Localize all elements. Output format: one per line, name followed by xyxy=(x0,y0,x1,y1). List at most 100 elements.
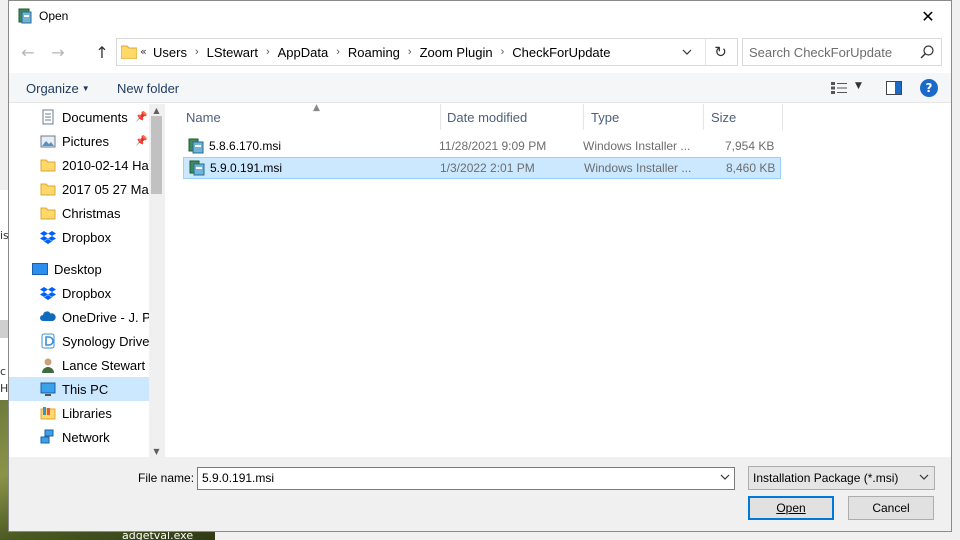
chevron-down-icon xyxy=(919,472,929,483)
chevron-right-icon[interactable]: › xyxy=(336,46,340,58)
refresh-icon: ↻ xyxy=(714,43,727,61)
preview-pane-icon[interactable] xyxy=(886,81,902,95)
breadcrumb-roaming[interactable]: Roaming xyxy=(348,45,400,60)
pin-icon: 📌 xyxy=(135,136,148,147)
cancel-button[interactable]: Cancel xyxy=(848,496,934,520)
open-button[interactable]: Open xyxy=(748,496,834,520)
cancel-button-label: Cancel xyxy=(872,501,910,515)
file-date: 11/28/2021 9:09 PM xyxy=(439,139,547,153)
desktop-icon xyxy=(32,263,48,275)
breadcrumb-lstewart[interactable]: LStewart xyxy=(207,45,258,60)
chevron-right-icon[interactable]: › xyxy=(195,46,199,58)
this-pc-icon xyxy=(40,382,56,396)
sidebar-item-network[interactable]: Network xyxy=(9,425,149,449)
column-header-label: Type xyxy=(591,109,620,125)
new-folder-button[interactable]: New folder xyxy=(117,81,179,96)
network-icon xyxy=(40,429,54,444)
sidebar-item-label: 2017 05 27 Manc xyxy=(62,181,149,197)
chevron-right-icon[interactable]: › xyxy=(408,46,412,58)
breadcrumb-users[interactable]: Users xyxy=(153,45,187,60)
close-button[interactable]: ✕ xyxy=(905,1,951,32)
arrow-left-icon: ← xyxy=(21,42,35,62)
sidebar-item-label: Pictures xyxy=(62,133,109,149)
sidebar-item-user[interactable]: Lance Stewart xyxy=(9,353,149,377)
sidebar-item-desktop[interactable]: Desktop xyxy=(9,257,149,281)
scroll-down-icon[interactable]: ▼ xyxy=(149,445,164,457)
up-button[interactable]: ↑ xyxy=(91,41,113,63)
back-button[interactable]: ← xyxy=(17,41,39,63)
open-file-dialog: Open ✕ ← → ↑ « Users › LStewart › AppDat… xyxy=(8,0,952,532)
sidebar-item-label: Dropbox xyxy=(62,229,112,245)
sidebar-item-label: Documents xyxy=(62,109,128,125)
sidebar-item-documents[interactable]: Documents xyxy=(9,105,149,129)
background-text: c xyxy=(0,365,7,378)
file-type: Windows Installer ... xyxy=(583,139,691,153)
caret-down-icon: ▼ xyxy=(81,84,90,93)
column-header-type[interactable]: Type xyxy=(583,104,704,130)
file-type-filter[interactable]: Installation Package (*.msi) xyxy=(748,466,935,490)
msi-file-icon xyxy=(188,138,204,154)
view-options-icon[interactable] xyxy=(831,82,847,94)
folder-icon xyxy=(40,159,56,172)
sidebar-item-synology[interactable]: Synology Drive - xyxy=(9,329,149,353)
sidebar-item-christmas[interactable]: Christmas xyxy=(9,201,149,225)
forward-button[interactable]: → xyxy=(47,41,69,63)
breadcrumb: Users › LStewart › AppData › Roaming › Z… xyxy=(153,39,611,65)
file-name: 5.9.0.191.msi xyxy=(210,161,283,175)
sidebar-item-pictures[interactable]: Pictures xyxy=(9,129,149,153)
open-button-label: Open xyxy=(776,501,806,515)
column-header-size[interactable]: Size xyxy=(703,104,783,130)
breadcrumb-checkforupdate[interactable]: CheckForUpdate xyxy=(512,45,610,60)
column-header-label: Size xyxy=(711,109,737,125)
user-icon xyxy=(42,358,54,373)
chevron-right-icon[interactable]: › xyxy=(266,46,270,58)
sidebar-item-onedrive[interactable]: OneDrive - J. Pau xyxy=(9,305,149,329)
search-icon[interactable] xyxy=(919,44,935,60)
file-type: Windows Installer ... xyxy=(584,161,692,175)
folder-icon xyxy=(121,45,137,59)
chevron-down-icon[interactable] xyxy=(720,472,730,483)
column-header-date-modified[interactable]: Date modified xyxy=(439,104,584,130)
scroll-up-icon[interactable]: ▲ xyxy=(149,104,164,116)
sidebar-item-folder[interactable]: 2010-02-14 Haw xyxy=(9,153,149,177)
close-icon: ✕ xyxy=(921,7,935,26)
chevron-down-icon xyxy=(682,49,692,55)
pane-divider[interactable] xyxy=(164,104,165,457)
dropbox-icon xyxy=(40,287,56,300)
table-row[interactable]: 5.9.0.191.msi 1/3/2022 2:01 PM Windows I… xyxy=(183,157,781,179)
help-icon[interactable]: ? xyxy=(920,79,938,97)
onedrive-icon xyxy=(40,311,56,321)
breadcrumb-appdata[interactable]: AppData xyxy=(278,45,329,60)
pictures-icon xyxy=(40,135,56,148)
sidebar-item-this-pc[interactable]: This PC xyxy=(9,377,149,401)
sidebar-item-folder[interactable]: 2017 05 27 Manc xyxy=(9,177,149,201)
file-size: 7,954 KB xyxy=(725,139,775,153)
synology-icon xyxy=(41,333,55,349)
column-header-name[interactable]: Name xyxy=(178,104,441,130)
sidebar-item-label: Lance Stewart xyxy=(62,357,146,373)
sidebar-item-label: Network xyxy=(62,429,110,445)
dropbox-icon xyxy=(40,231,56,244)
address-history-button[interactable] xyxy=(675,39,699,65)
address-overflow-icon[interactable]: « xyxy=(140,45,147,58)
chevron-right-icon[interactable]: › xyxy=(501,46,505,58)
sidebar-item-dropbox[interactable]: Dropbox xyxy=(9,225,149,249)
address-bar[interactable]: « Users › LStewart › AppData › Roaming ›… xyxy=(116,38,738,66)
refresh-button[interactable]: ↻ xyxy=(705,39,735,65)
organize-button[interactable]: Organize ▼ xyxy=(26,81,90,96)
sidebar-item-label: Synology Drive - xyxy=(62,333,149,349)
window-title: Open xyxy=(39,9,69,23)
search-input[interactable] xyxy=(749,44,914,60)
installer-app-icon xyxy=(18,8,32,24)
navigation-pane: Documents 📌 Pictures 📌 2010-02-14 Haw 20… xyxy=(9,104,164,457)
breadcrumb-zoom-plugin[interactable]: Zoom Plugin xyxy=(420,45,493,60)
table-row[interactable]: 5.8.6.170.msi 11/28/2021 9:09 PM Windows… xyxy=(183,136,781,158)
view-dropdown-icon[interactable]: ▼ xyxy=(855,81,862,91)
sidebar-item-dropbox[interactable]: Dropbox xyxy=(9,281,149,305)
sidebar-item-libraries[interactable]: Libraries xyxy=(9,401,149,425)
navigation-scrollbar[interactable]: ▲ ▼ xyxy=(149,104,164,457)
sidebar-item-label: This PC xyxy=(62,381,109,397)
libraries-icon xyxy=(40,407,56,420)
file-name-field[interactable] xyxy=(202,471,702,485)
scroll-thumb[interactable] xyxy=(151,116,162,194)
